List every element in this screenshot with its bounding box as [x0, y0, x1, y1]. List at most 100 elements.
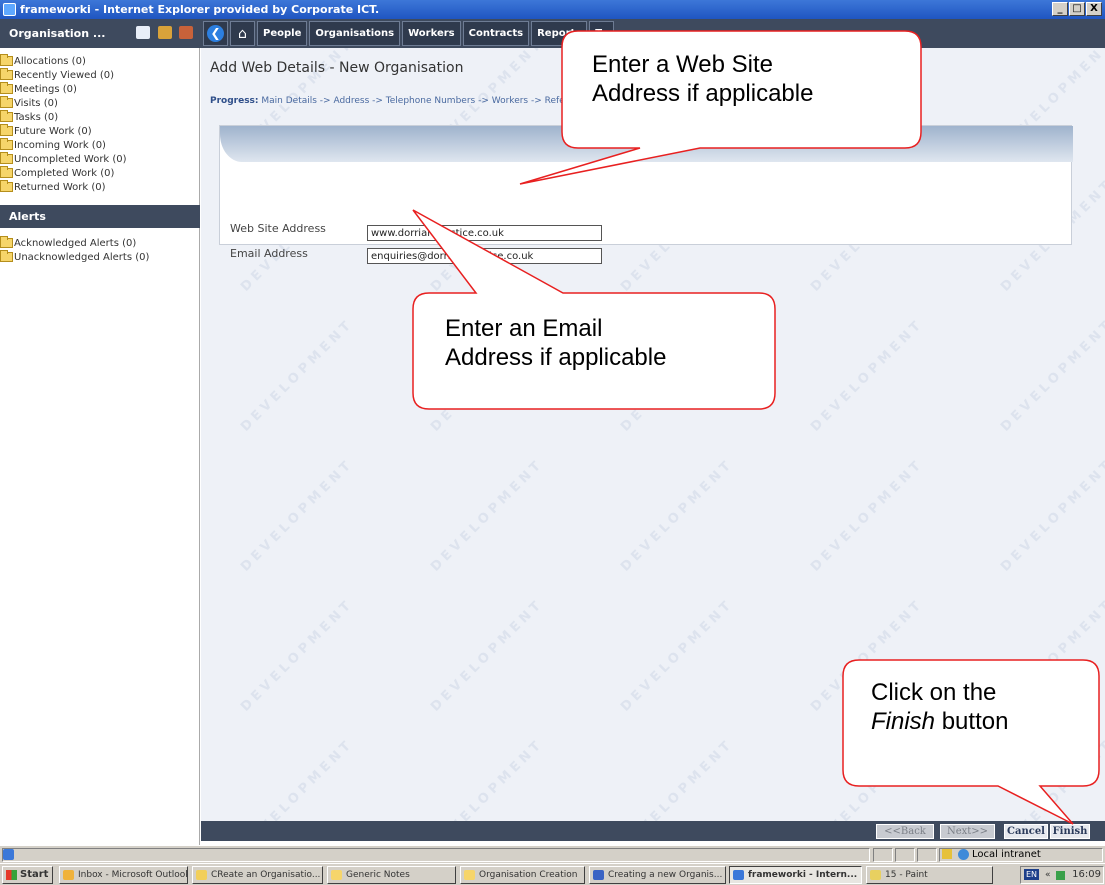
sidebar-item-unacknowledged-alerts[interactable]: Unacknowledged Alerts (0): [0, 250, 149, 263]
alerts-header: Alerts: [0, 205, 200, 228]
watermark-text: DEVELOPMENT: [428, 736, 547, 821]
taskbar-item-frameworki[interactable]: frameworki - Intern...: [729, 866, 862, 884]
tab-contracts[interactable]: Contracts: [462, 21, 530, 46]
back-button[interactable]: <<Back: [876, 824, 934, 839]
taskbar-item-paint[interactable]: 15 - Paint: [866, 866, 993, 884]
folder-icon: [0, 166, 13, 178]
sidebar-item-tasks[interactable]: Tasks (0): [0, 110, 58, 123]
sidebar-item-visits[interactable]: Visits (0): [0, 96, 58, 109]
progress-label: Progress:: [210, 96, 259, 106]
callout-email-text: Enter an Email Address if applicable: [445, 315, 667, 371]
sidebar-item-uncompleted-work[interactable]: Uncompleted Work (0): [0, 152, 127, 165]
tray-expand-icon[interactable]: «: [1045, 870, 1051, 880]
grid-icon[interactable]: [136, 26, 150, 39]
window-title-bar: frameworki - Internet Explorer provided …: [0, 0, 1105, 19]
web-details-form: Web Site Address Email Address: [219, 125, 1073, 264]
back-arrow-icon[interactable]: ❮: [203, 21, 228, 46]
progress-breadcrumb: Progress: Main Details -> Address -> Tel…: [210, 96, 584, 106]
sidebar-item-acknowledged-alerts[interactable]: Acknowledged Alerts (0): [0, 236, 136, 249]
status-cell: [917, 848, 937, 862]
web-site-input[interactable]: [367, 225, 602, 241]
watermark-text: DEVELOPMENT: [238, 456, 357, 575]
watermark-text: DEVELOPMENT: [618, 596, 737, 715]
watermark-text: DEVELOPMENT: [618, 456, 737, 575]
organisation-menu[interactable]: Organisation ...: [0, 19, 200, 48]
paint-icon: [870, 870, 881, 880]
taskbar-item-create-organisation[interactable]: CReate an Organisatio...: [192, 866, 323, 884]
sidebar-item-completed-work[interactable]: Completed Work (0): [0, 166, 114, 179]
watermark-text: DEVELOPMENT: [998, 736, 1105, 821]
tab-reports[interactable]: Reports: [531, 21, 588, 46]
watermark-text: DEVELOPMENT: [238, 596, 357, 715]
folder-icon: [0, 250, 13, 262]
page-title: Add Web Details - New Organisation: [210, 60, 464, 76]
sidebar-item-allocations[interactable]: Allocations (0): [0, 54, 86, 67]
tab-workers[interactable]: Workers: [402, 21, 461, 46]
folder-icon: [0, 138, 13, 150]
tab-organisations[interactable]: Organisations: [309, 21, 401, 46]
organisation-icon[interactable]: [179, 26, 193, 39]
watermark-text: DEVELOPMENT: [428, 456, 547, 575]
watermark-text: DEVELOPMENT: [998, 316, 1105, 435]
folder-icon: [0, 180, 13, 192]
tab-people[interactable]: People: [257, 21, 308, 46]
ie-icon: [733, 870, 744, 880]
watermark-text: DEVELOPMENT: [808, 736, 927, 821]
folder-icon: [0, 152, 13, 164]
cancel-button[interactable]: Cancel: [1004, 824, 1048, 839]
sidebar-item-returned-work[interactable]: Returned Work (0): [0, 180, 106, 193]
system-tray: EN « 16:09: [1020, 866, 1104, 884]
network-icon: [1056, 871, 1065, 880]
sidebar-item-meetings[interactable]: Meetings (0): [0, 82, 77, 95]
finish-button[interactable]: Finish: [1050, 824, 1090, 839]
watermark-text: DEVELOPMENT: [238, 316, 357, 435]
folder-icon: [0, 124, 13, 136]
sidebar-item-recently-viewed[interactable]: Recently Viewed (0): [0, 68, 114, 81]
start-button[interactable]: Start: [2, 866, 53, 884]
language-indicator[interactable]: EN: [1024, 869, 1040, 880]
folder-icon: [0, 82, 13, 94]
people-group-icon[interactable]: [158, 26, 172, 39]
main-navigation: ❮ ⌂ People Organisations Workers Contrac…: [203, 21, 614, 46]
form-header: [220, 126, 1073, 162]
close-button[interactable]: X: [1086, 2, 1102, 16]
taskbar-item-organisation-creation[interactable]: Organisation Creation: [460, 866, 585, 884]
progress-steps[interactable]: Main Details -> Address -> Telephone Num…: [261, 96, 584, 106]
folder-icon: [0, 68, 13, 80]
organisation-menu-label: Organisation ...: [9, 27, 106, 40]
home-icon[interactable]: ⌂: [230, 21, 255, 46]
outlook-icon: [63, 870, 74, 880]
window-controls: _ □ X: [1052, 2, 1102, 16]
lock-icon: [942, 849, 952, 859]
clock: 16:09: [1072, 869, 1101, 880]
status-cell: [895, 848, 915, 862]
tab-tools[interactable]: To: [589, 21, 614, 46]
taskbar-item-outlook[interactable]: Inbox - Microsoft Outlook: [59, 866, 188, 884]
browser-status-bar: Local intranet: [0, 845, 1105, 863]
windows-taskbar: Start Inbox - Microsoft Outlook CReate a…: [0, 863, 1105, 885]
minimize-button[interactable]: _: [1052, 2, 1068, 16]
email-label: Email Address: [230, 247, 308, 260]
next-button[interactable]: Next>>: [940, 824, 995, 839]
folder-icon: [0, 96, 13, 108]
wizard-button-bar: <<Back Next>> Cancel Finish: [201, 821, 1105, 841]
folder-icon: [0, 110, 13, 122]
callout-web-text: Enter a Web Site Address if applicable: [592, 51, 814, 107]
folder-icon: [331, 870, 342, 880]
watermark-text: DEVELOPMENT: [238, 736, 357, 821]
status-cell: [873, 848, 893, 862]
watermark-text: DEVELOPMENT: [808, 456, 927, 575]
web-site-label: Web Site Address: [230, 222, 326, 235]
sidebar-item-future-work[interactable]: Future Work (0): [0, 124, 92, 137]
sidebar-item-incoming-work[interactable]: Incoming Work (0): [0, 138, 106, 151]
taskbar-item-generic-notes[interactable]: Generic Notes: [327, 866, 456, 884]
folder-icon: [464, 870, 475, 880]
watermark-text: DEVELOPMENT: [428, 596, 547, 715]
watermark-text: DEVELOPMENT: [618, 736, 737, 821]
sidebar: Allocations (0) Recently Viewed (0) Meet…: [0, 48, 200, 846]
watermark-text: DEVELOPMENT: [998, 456, 1105, 575]
taskbar-item-creating-new-organisation[interactable]: Creating a new Organis...: [589, 866, 726, 884]
maximize-button[interactable]: □: [1069, 2, 1085, 16]
email-input[interactable]: [367, 248, 602, 264]
zone-label: Local intranet: [972, 849, 1041, 860]
